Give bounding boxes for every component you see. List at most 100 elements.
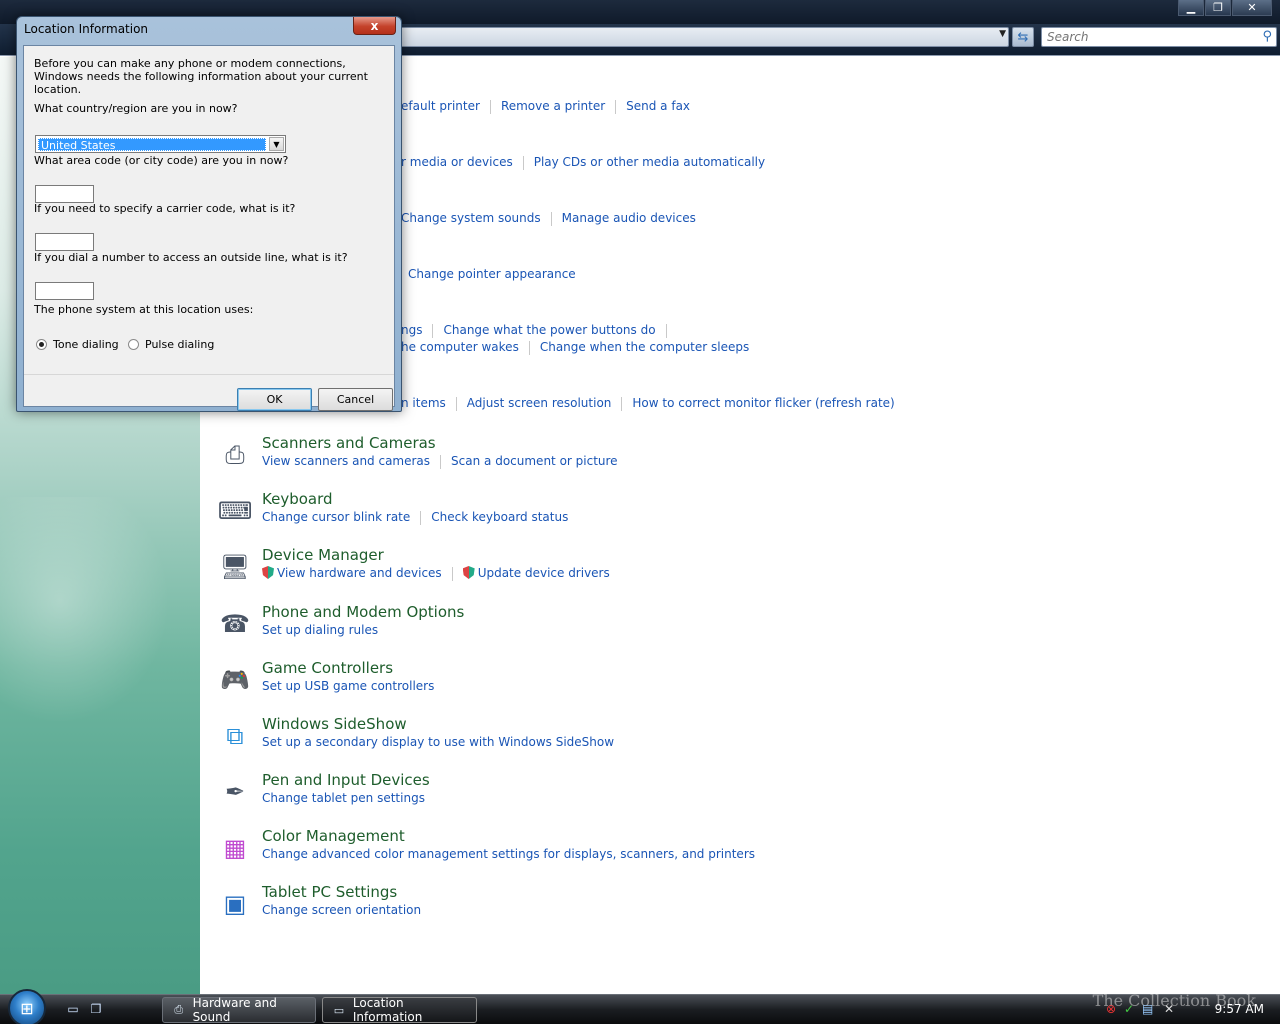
- address-field[interactable]: ▼: [395, 27, 1009, 47]
- gamepad-icon: 🎮: [220, 666, 250, 694]
- taskbar-item-location-information[interactable]: ▭ Location Information: [322, 996, 477, 1024]
- radio-unselected-icon[interactable]: [128, 339, 139, 350]
- category-title[interactable]: Game Controllers: [262, 659, 393, 677]
- search-icon[interactable]: ⚲: [1262, 29, 1272, 44]
- refresh-icon: ⇆: [1017, 29, 1029, 45]
- intro-text: Before you can make any phone or modem c…: [34, 57, 368, 96]
- printer-icon: ⎙: [174, 1003, 184, 1016]
- dialog-close-button[interactable]: x: [353, 17, 396, 35]
- search-input[interactable]: [1042, 28, 1242, 46]
- uac-shield-icon: [462, 566, 475, 579]
- power-links-2: he computer wakes Change when the compute…: [401, 340, 749, 355]
- sideshow-icon: ⧉: [226, 722, 244, 750]
- cursor-blink-link[interactable]: Change cursor blink rate: [262, 510, 410, 524]
- close-button[interactable]: ✕: [1232, 0, 1272, 16]
- security-alert-icon[interactable]: ⊗: [1106, 1002, 1116, 1016]
- phone-system-label: The phone system at this location uses:: [34, 303, 254, 316]
- search-box[interactable]: ⚲: [1041, 27, 1277, 47]
- carrier-code-input[interactable]: [36, 234, 93, 250]
- category-title[interactable]: Keyboard: [262, 490, 333, 508]
- show-desktop-icon[interactable]: ▭: [64, 1001, 82, 1017]
- minimize-button[interactable]: ▁: [1178, 0, 1204, 16]
- taskbar-item-hardware-sound[interactable]: ⎙ Hardware and Sound: [162, 996, 316, 1024]
- category-title[interactable]: Color Management: [262, 827, 405, 845]
- pulse-dialing-radio[interactable]: Pulse dialing: [128, 338, 214, 351]
- carrier-code-field[interactable]: [35, 233, 94, 251]
- monitor-flicker-link[interactable]: How to correct monitor flicker (refresh …: [632, 396, 894, 410]
- clock[interactable]: 9:57 AM: [1215, 1002, 1264, 1016]
- category-title[interactable]: Windows SideShow: [262, 715, 407, 733]
- maximize-button[interactable]: ❐: [1205, 0, 1231, 16]
- outside-line-label: If you dial a number to access an outsid…: [34, 251, 348, 264]
- display-links: n items Adjust screen resolution How to co…: [401, 396, 895, 411]
- view-scanners-link[interactable]: View scanners and cameras: [262, 454, 430, 468]
- send-fax-link[interactable]: Send a fax: [626, 99, 690, 113]
- chevron-down-icon[interactable]: ▼: [269, 137, 284, 151]
- power-buttons-link[interactable]: Change what the power buttons do: [443, 323, 655, 337]
- area-code-label: What area code (or city code) are you in…: [34, 154, 289, 167]
- color-management-icon: ▦: [223, 834, 247, 862]
- display-items-link[interactable]: n items: [401, 396, 446, 410]
- area-code-input[interactable]: [36, 186, 93, 202]
- wake-password-link[interactable]: he computer wakes: [401, 340, 519, 354]
- scan-document-link[interactable]: Scan a document or picture: [451, 454, 618, 468]
- dialog-title: Location Information: [24, 22, 149, 36]
- carrier-code-label: If you need to specify a carrier code, w…: [34, 202, 296, 215]
- change-pointer-link[interactable]: Change pointer appearance: [408, 267, 576, 281]
- taskbar: ⊞ ▭ ❐ ⎙ Hardware and Sound ▭ Location Info…: [0, 989, 1280, 1024]
- chevron-down-icon[interactable]: ▼: [999, 29, 1006, 39]
- window-icon: ▭: [333, 1003, 345, 1017]
- tone-dialing-label: Tone dialing: [53, 338, 119, 351]
- window-controls: ▁ ❐ ✕: [1178, 0, 1272, 16]
- refresh-button[interactable]: ⇆: [1012, 27, 1034, 47]
- task-label: Hardware and Sound: [192, 996, 277, 1024]
- dialing-rules-link[interactable]: Set up dialing rules: [262, 623, 378, 637]
- ok-button[interactable]: OK: [237, 388, 312, 411]
- phone-icon: ☎: [220, 610, 250, 638]
- mouse-links: Change pointer appearance: [408, 267, 576, 281]
- area-code-field[interactable]: [35, 185, 94, 203]
- radio-selected-icon[interactable]: [36, 339, 47, 350]
- adjust-resolution-link[interactable]: Adjust screen resolution: [467, 396, 612, 410]
- secondary-display-link[interactable]: Set up a secondary display to use with W…: [262, 735, 614, 749]
- autoplay-links: r media or devices Play CDs or other medi…: [401, 155, 765, 170]
- start-button[interactable]: ⊞: [8, 989, 46, 1024]
- usb-controllers-link[interactable]: Set up USB game controllers: [262, 679, 434, 693]
- computer-sleeps-link[interactable]: Change when the computer sleeps: [540, 340, 749, 354]
- view-hardware-link[interactable]: View hardware and devices: [277, 566, 442, 580]
- update-drivers-link[interactable]: Update device drivers: [478, 566, 610, 580]
- category-title[interactable]: Pen and Input Devices: [262, 771, 430, 789]
- pulse-dialing-label: Pulse dialing: [145, 338, 215, 351]
- pen-settings-link[interactable]: Change tablet pen settings: [262, 791, 425, 805]
- volume-muted-icon[interactable]: ✕: [1164, 1002, 1174, 1016]
- tone-dialing-radio[interactable]: Tone dialing: [36, 338, 119, 351]
- scanner-icon: ⎙: [225, 441, 245, 469]
- tablet-icon: ▣: [223, 890, 247, 918]
- switch-windows-icon[interactable]: ❐: [87, 1001, 105, 1017]
- category-title[interactable]: Phone and Modem Options: [262, 603, 464, 621]
- outside-line-field[interactable]: [35, 282, 94, 300]
- change-system-sounds-link[interactable]: Change system sounds: [401, 211, 541, 225]
- remove-printer-link[interactable]: Remove a printer: [501, 99, 605, 113]
- cancel-button[interactable]: Cancel: [318, 388, 393, 411]
- sound-links: Change system sounds Manage audio devices: [401, 211, 696, 226]
- color-settings-link[interactable]: Change advanced color management setting…: [262, 847, 755, 861]
- country-label: What country/region are you in now?: [34, 102, 238, 115]
- manage-audio-devices-link[interactable]: Manage audio devices: [562, 211, 696, 225]
- power-settings-link[interactable]: ngs: [401, 323, 422, 337]
- country-select[interactable]: United States ▼: [35, 135, 286, 153]
- checkmark-icon[interactable]: ✓: [1124, 1002, 1134, 1016]
- device-manager-icon: 🖥: [219, 553, 251, 581]
- system-tray: ⊗ ✓ ▤ ✕ 9:57 AM: [1104, 995, 1280, 1024]
- default-printer-link[interactable]: efault printer: [401, 99, 480, 113]
- outside-line-input[interactable]: [36, 283, 93, 299]
- network-icon[interactable]: ▤: [1142, 1002, 1153, 1016]
- category-title[interactable]: Device Manager: [262, 546, 384, 564]
- category-title[interactable]: Tablet PC Settings: [262, 883, 397, 901]
- power-links-1: ngs Change what the power buttons do: [401, 323, 677, 338]
- autoplay-media-link[interactable]: r media or devices: [401, 155, 513, 169]
- play-cds-link[interactable]: Play CDs or other media automatically: [534, 155, 765, 169]
- screen-orientation-link[interactable]: Change screen orientation: [262, 903, 421, 917]
- keyboard-status-link[interactable]: Check keyboard status: [431, 510, 568, 524]
- category-title[interactable]: Scanners and Cameras: [262, 434, 436, 452]
